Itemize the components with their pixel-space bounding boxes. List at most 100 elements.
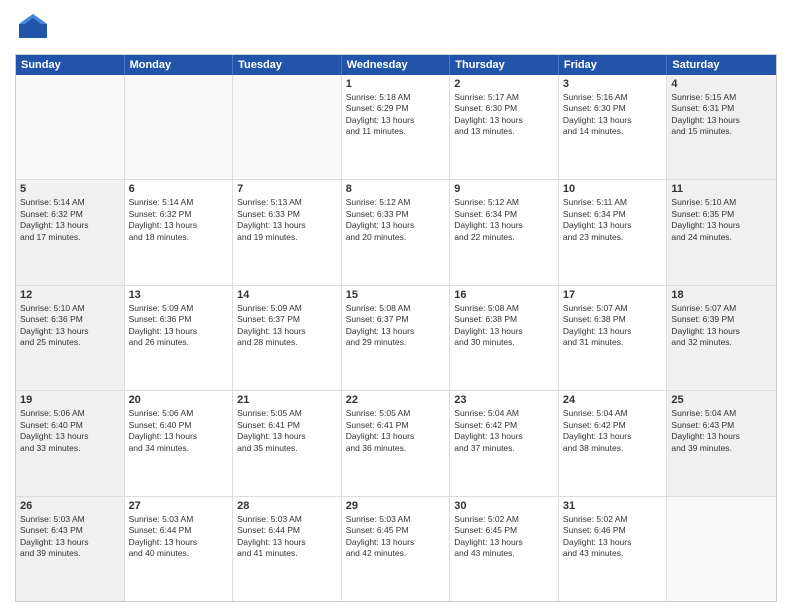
day-number: 30 bbox=[454, 500, 554, 512]
day-number: 28 bbox=[237, 500, 337, 512]
cell-daylight-info: Sunrise: 5:05 AM Sunset: 6:41 PM Dayligh… bbox=[346, 408, 446, 454]
day-number: 21 bbox=[237, 394, 337, 406]
cal-cell: 10 Sunrise: 5:11 AM Sunset: 6:34 PM Dayli… bbox=[559, 180, 668, 284]
cal-header-saturday: Saturday bbox=[667, 55, 776, 75]
cell-daylight-info: Sunrise: 5:14 AM Sunset: 6:32 PM Dayligh… bbox=[129, 197, 229, 243]
cal-cell: 15 Sunrise: 5:08 AM Sunset: 6:37 PM Dayli… bbox=[342, 286, 451, 390]
cal-cell: 30 Sunrise: 5:02 AM Sunset: 6:45 PM Dayli… bbox=[450, 497, 559, 601]
cal-row-4: 26 Sunrise: 5:03 AM Sunset: 6:43 PM Dayli… bbox=[16, 497, 776, 601]
cell-daylight-info: Sunrise: 5:03 AM Sunset: 6:43 PM Dayligh… bbox=[20, 514, 120, 560]
day-number: 15 bbox=[346, 289, 446, 301]
calendar: SundayMondayTuesdayWednesdayThursdayFrid… bbox=[15, 54, 777, 602]
cal-cell: 28 Sunrise: 5:03 AM Sunset: 6:44 PM Dayli… bbox=[233, 497, 342, 601]
logo-icon bbox=[15, 10, 51, 46]
cell-daylight-info: Sunrise: 5:09 AM Sunset: 6:36 PM Dayligh… bbox=[129, 303, 229, 349]
cell-daylight-info: Sunrise: 5:07 AM Sunset: 6:39 PM Dayligh… bbox=[671, 303, 772, 349]
day-number: 3 bbox=[563, 78, 663, 90]
cal-cell: 31Sunrise: 5:02 AM Sunset: 6:46 PM Dayli… bbox=[559, 497, 668, 601]
day-number: 19 bbox=[20, 394, 120, 406]
calendar-body: 1 Sunrise: 5:18 AM Sunset: 6:29 PM Daylig… bbox=[16, 75, 776, 601]
cell-daylight-info: Sunrise: 5:06 AM Sunset: 6:40 PM Dayligh… bbox=[129, 408, 229, 454]
cal-row-1: 5 Sunrise: 5:14 AM Sunset: 6:32 PM Daylig… bbox=[16, 180, 776, 285]
cell-daylight-info: Sunrise: 5:08 AM Sunset: 6:37 PM Dayligh… bbox=[346, 303, 446, 349]
header bbox=[15, 10, 777, 46]
cal-cell: 12 Sunrise: 5:10 AM Sunset: 6:36 PM Dayli… bbox=[16, 286, 125, 390]
cell-daylight-info: Sunrise: 5:03 AM Sunset: 6:44 PM Dayligh… bbox=[129, 514, 229, 560]
calendar-header: SundayMondayTuesdayWednesdayThursdayFrid… bbox=[16, 55, 776, 75]
cal-header-friday: Friday bbox=[559, 55, 668, 75]
cell-daylight-info: Sunrise: 5:17 AM Sunset: 6:30 PM Dayligh… bbox=[454, 92, 554, 138]
cell-daylight-info: Sunrise: 5:16 AM Sunset: 6:30 PM Dayligh… bbox=[563, 92, 663, 138]
cell-daylight-info: Sunrise: 5:04 AM Sunset: 6:43 PM Dayligh… bbox=[671, 408, 772, 454]
day-number: 7 bbox=[237, 183, 337, 195]
day-number: 8 bbox=[346, 183, 446, 195]
cal-cell: 14 Sunrise: 5:09 AM Sunset: 6:37 PM Dayli… bbox=[233, 286, 342, 390]
cal-header-wednesday: Wednesday bbox=[342, 55, 451, 75]
day-number: 10 bbox=[563, 183, 663, 195]
day-number: 24 bbox=[563, 394, 663, 406]
cal-cell: 29Sunrise: 5:03 AM Sunset: 6:45 PM Dayli… bbox=[342, 497, 451, 601]
day-number: 1 bbox=[346, 78, 446, 90]
cal-cell: 4Sunrise: 5:15 AM Sunset: 6:31 PM Daylig… bbox=[667, 75, 776, 179]
cal-cell: 5 Sunrise: 5:14 AM Sunset: 6:32 PM Daylig… bbox=[16, 180, 125, 284]
day-number: 12 bbox=[20, 289, 120, 301]
day-number: 5 bbox=[20, 183, 120, 195]
cal-cell: 13Sunrise: 5:09 AM Sunset: 6:36 PM Dayli… bbox=[125, 286, 234, 390]
day-number: 14 bbox=[237, 289, 337, 301]
cell-daylight-info: Sunrise: 5:02 AM Sunset: 6:46 PM Dayligh… bbox=[563, 514, 663, 560]
cell-daylight-info: Sunrise: 5:10 AM Sunset: 6:35 PM Dayligh… bbox=[671, 197, 772, 243]
cal-cell: 22 Sunrise: 5:05 AM Sunset: 6:41 PM Dayli… bbox=[342, 391, 451, 495]
day-number: 11 bbox=[671, 183, 772, 195]
day-number: 20 bbox=[129, 394, 229, 406]
page: SundayMondayTuesdayWednesdayThursdayFrid… bbox=[0, 0, 792, 612]
cal-cell bbox=[233, 75, 342, 179]
cal-cell: 7 Sunrise: 5:13 AM Sunset: 6:33 PM Daylig… bbox=[233, 180, 342, 284]
cal-header-sunday: Sunday bbox=[16, 55, 125, 75]
cell-daylight-info: Sunrise: 5:13 AM Sunset: 6:33 PM Dayligh… bbox=[237, 197, 337, 243]
cal-cell: 18 Sunrise: 5:07 AM Sunset: 6:39 PM Dayli… bbox=[667, 286, 776, 390]
day-number: 6 bbox=[129, 183, 229, 195]
cal-cell: 20 Sunrise: 5:06 AM Sunset: 6:40 PM Dayli… bbox=[125, 391, 234, 495]
day-number: 29 bbox=[346, 500, 446, 512]
cal-cell: 23 Sunrise: 5:04 AM Sunset: 6:42 PM Dayli… bbox=[450, 391, 559, 495]
day-number: 25 bbox=[671, 394, 772, 406]
cell-daylight-info: Sunrise: 5:02 AM Sunset: 6:45 PM Dayligh… bbox=[454, 514, 554, 560]
cell-daylight-info: Sunrise: 5:14 AM Sunset: 6:32 PM Dayligh… bbox=[20, 197, 120, 243]
cal-header-thursday: Thursday bbox=[450, 55, 559, 75]
cal-header-tuesday: Tuesday bbox=[233, 55, 342, 75]
cal-row-3: 19 Sunrise: 5:06 AM Sunset: 6:40 PM Dayli… bbox=[16, 391, 776, 496]
cell-daylight-info: Sunrise: 5:12 AM Sunset: 6:34 PM Dayligh… bbox=[454, 197, 554, 243]
cell-daylight-info: Sunrise: 5:08 AM Sunset: 6:38 PM Dayligh… bbox=[454, 303, 554, 349]
day-number: 2 bbox=[454, 78, 554, 90]
day-number: 17 bbox=[563, 289, 663, 301]
cal-cell bbox=[125, 75, 234, 179]
cal-cell: 26 Sunrise: 5:03 AM Sunset: 6:43 PM Dayli… bbox=[16, 497, 125, 601]
cell-daylight-info: Sunrise: 5:11 AM Sunset: 6:34 PM Dayligh… bbox=[563, 197, 663, 243]
cell-daylight-info: Sunrise: 5:03 AM Sunset: 6:44 PM Dayligh… bbox=[237, 514, 337, 560]
cal-cell: 11 Sunrise: 5:10 AM Sunset: 6:35 PM Dayli… bbox=[667, 180, 776, 284]
day-number: 22 bbox=[346, 394, 446, 406]
cell-daylight-info: Sunrise: 5:10 AM Sunset: 6:36 PM Dayligh… bbox=[20, 303, 120, 349]
cell-daylight-info: Sunrise: 5:05 AM Sunset: 6:41 PM Dayligh… bbox=[237, 408, 337, 454]
day-number: 4 bbox=[671, 78, 772, 90]
cal-cell: 21 Sunrise: 5:05 AM Sunset: 6:41 PM Dayli… bbox=[233, 391, 342, 495]
cal-row-2: 12 Sunrise: 5:10 AM Sunset: 6:36 PM Dayli… bbox=[16, 286, 776, 391]
cell-daylight-info: Sunrise: 5:07 AM Sunset: 6:38 PM Dayligh… bbox=[563, 303, 663, 349]
cell-daylight-info: Sunrise: 5:12 AM Sunset: 6:33 PM Dayligh… bbox=[346, 197, 446, 243]
cal-cell: 19Sunrise: 5:06 AM Sunset: 6:40 PM Dayli… bbox=[16, 391, 125, 495]
cell-daylight-info: Sunrise: 5:04 AM Sunset: 6:42 PM Dayligh… bbox=[454, 408, 554, 454]
day-number: 18 bbox=[671, 289, 772, 301]
day-number: 16 bbox=[454, 289, 554, 301]
day-number: 23 bbox=[454, 394, 554, 406]
cal-cell: 1 Sunrise: 5:18 AM Sunset: 6:29 PM Daylig… bbox=[342, 75, 451, 179]
cal-header-monday: Monday bbox=[125, 55, 234, 75]
cal-cell: 6 Sunrise: 5:14 AM Sunset: 6:32 PM Daylig… bbox=[125, 180, 234, 284]
cal-cell: 3 Sunrise: 5:16 AM Sunset: 6:30 PM Daylig… bbox=[559, 75, 668, 179]
day-number: 26 bbox=[20, 500, 120, 512]
cal-cell bbox=[16, 75, 125, 179]
cell-daylight-info: Sunrise: 5:09 AM Sunset: 6:37 PM Dayligh… bbox=[237, 303, 337, 349]
cell-daylight-info: Sunrise: 5:18 AM Sunset: 6:29 PM Dayligh… bbox=[346, 92, 446, 138]
cal-cell: 16 Sunrise: 5:08 AM Sunset: 6:38 PM Dayli… bbox=[450, 286, 559, 390]
cell-daylight-info: Sunrise: 5:04 AM Sunset: 6:42 PM Dayligh… bbox=[563, 408, 663, 454]
day-number: 27 bbox=[129, 500, 229, 512]
